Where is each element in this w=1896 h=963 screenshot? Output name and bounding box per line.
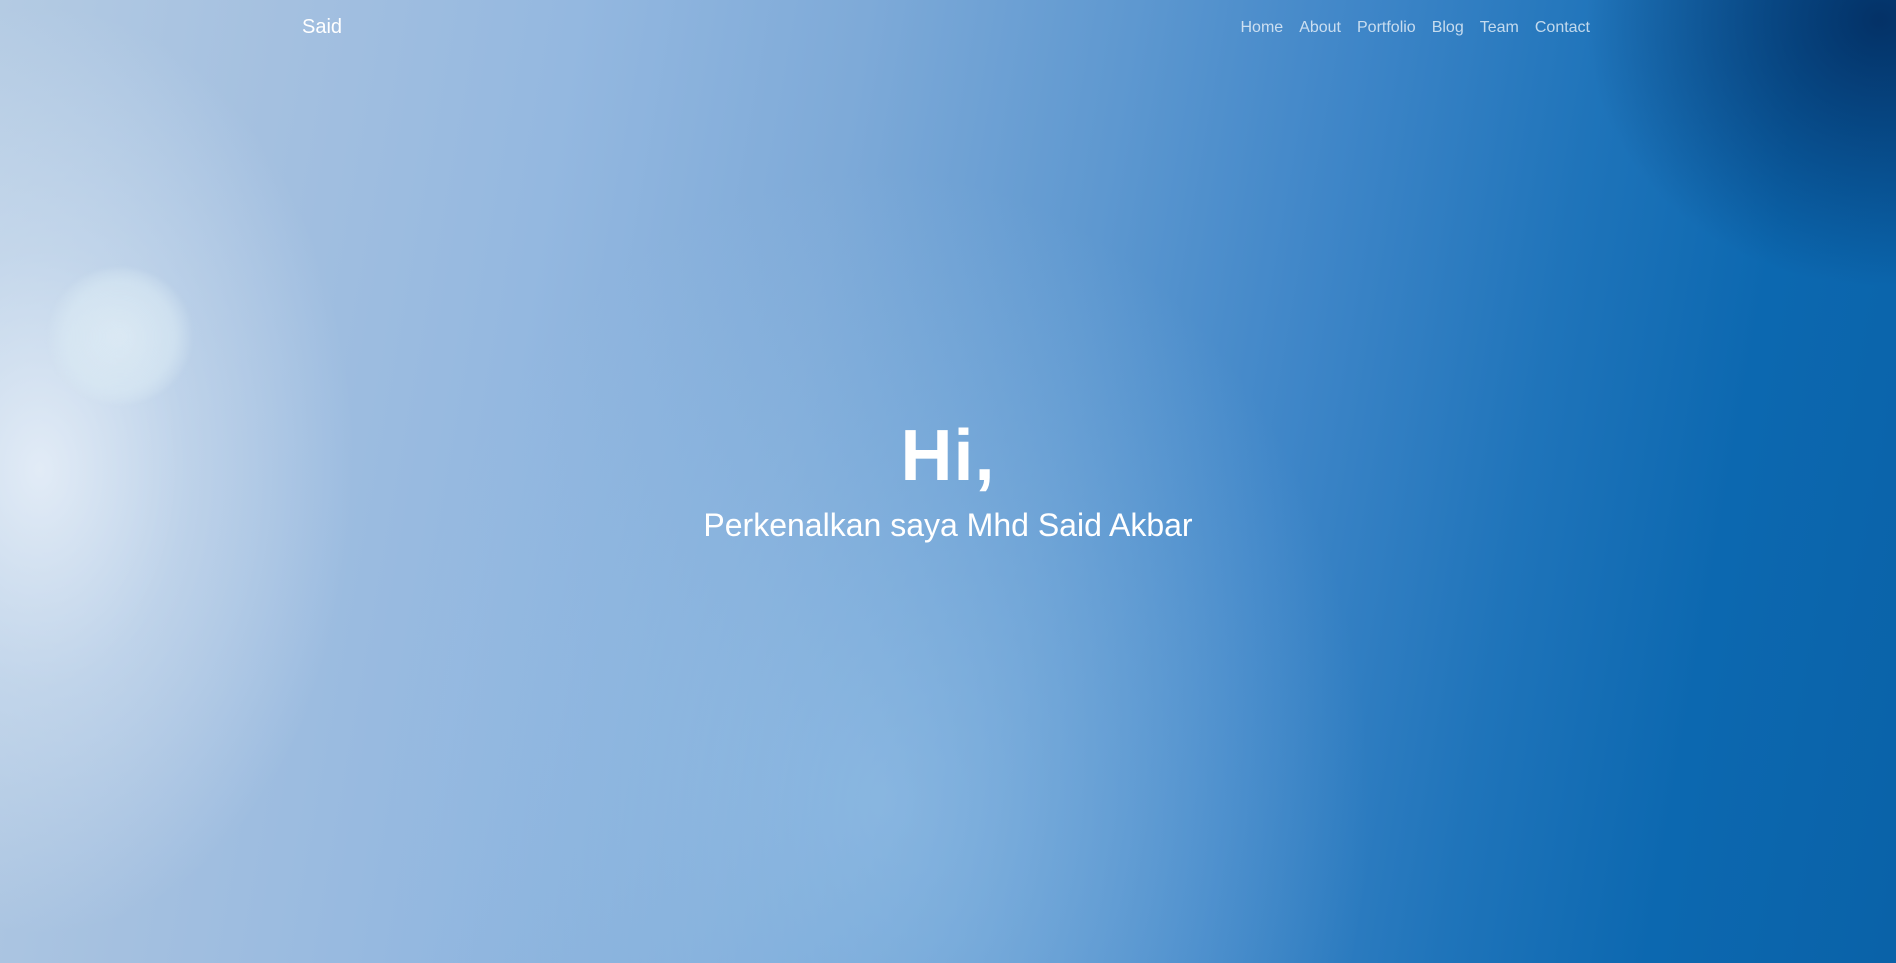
nav-link-about[interactable]: About [1299,19,1341,37]
hero-title: Hi, [900,416,996,496]
nav-link-portfolio[interactable]: Portfolio [1357,19,1416,37]
nav-link-team[interactable]: Team [1480,19,1519,37]
nav-link-home[interactable]: Home [1241,19,1284,37]
navbar: Said Home About Portfolio Blog Team Cont… [0,0,1896,58]
lens-flare-decoration [48,268,192,404]
nav-links: Home About Portfolio Blog Team Contact [1241,19,1591,37]
nav-link-blog[interactable]: Blog [1432,19,1464,37]
brand-logo-link[interactable]: Said [302,16,342,39]
hero-section: Said Home About Portfolio Blog Team Cont… [0,0,1896,963]
nav-link-contact[interactable]: Contact [1535,19,1590,37]
hero-subtitle: Perkenalkan saya Mhd Said Akbar [703,507,1193,543]
hero-content: Hi, Perkenalkan saya Mhd Said Akbar [0,410,1896,546]
